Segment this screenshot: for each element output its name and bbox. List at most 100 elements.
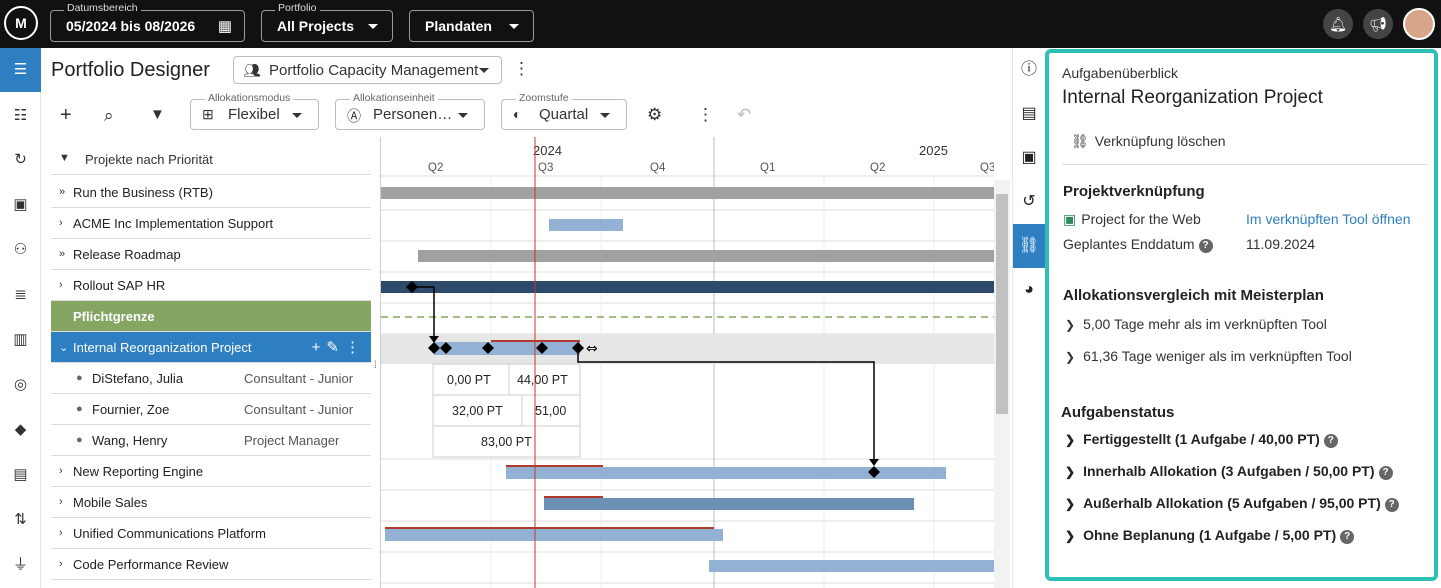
scrollbar-thumb[interactable] [996,194,1008,414]
info-icon[interactable]: ⓘ [1013,48,1045,92]
unlink-button[interactable]: ⛓ Verknüpfung löschen [1071,133,1226,150]
bar-release-roadmap[interactable] [418,250,994,262]
chevron-right-icon: ❯ [1065,350,1076,364]
bar-run-the-business[interactable] [381,187,994,199]
status-item[interactable]: ❯ Innerhalb Allokation (3 Aufgaben / 50,0… [1065,463,1393,480]
tree-row[interactable]: › Mobile Sales [51,487,371,518]
badge-nav-icon[interactable]: ▣ [0,183,41,227]
chevron-right-icon[interactable]: › [59,217,63,229]
chevron-right-icon[interactable]: › [59,279,63,291]
bar-internal-reorganization[interactable] [434,342,580,355]
help-icon[interactable]: ? [1198,239,1213,253]
tree-row[interactable]: › ACME Inc Implementation Support [51,208,371,239]
plan-select[interactable]: Plandaten [409,10,534,42]
group-nav-icon[interactable]: ⚇ [0,228,41,272]
view-select[interactable]: 👥︎ Portfolio Capacity Management [233,56,502,84]
status-item[interactable]: ❯ Ohne Beplanung (1 Aufgabe / 5,00 PT)? [1065,527,1355,544]
resource-row[interactable]: ● DiStefano, Julia Consultant - Junior [51,363,371,394]
list-nav-icon[interactable]: ≣ [0,273,41,317]
alloc-cell[interactable]: 0,00 PT [447,373,491,387]
resize-arrow-icon[interactable]: ⇔ [586,341,598,357]
more-vert-icon[interactable]: ⋮ [513,59,530,79]
chevron-right-icon[interactable]: › [59,527,63,539]
open-linked-tool-link[interactable]: Im verknüpften Tool öffnen [1246,211,1410,227]
tree-row-selected[interactable]: ⌄ Internal Reorganization Project +✎⋮ [51,332,371,363]
alloc-mode-select[interactable]: Allokationsmodus ⊞ Flexibel [190,92,319,130]
gantt-scrollbar[interactable] [994,180,1010,588]
portfolio-select[interactable]: Portfolio All Projects [261,2,393,42]
caret-down-icon[interactable]: ▼ [59,152,70,164]
people-list-nav-icon[interactable]: ☷ [0,94,41,138]
compare-item[interactable]: ❯ 61,36 Tage weniger als im verknüpften T… [1065,348,1352,364]
tree-row-name: Unified Communications Platform [73,526,266,541]
bar-mobile-sales[interactable] [544,498,914,510]
comments-icon[interactable]: ▤ [1013,92,1045,136]
chevron-right-icon[interactable]: › [59,465,63,477]
directions-nav-icon[interactable]: ◆ [0,408,41,452]
add-icon[interactable]: + [312,339,327,356]
chevron-right-icon[interactable]: › [59,558,63,570]
portfolio-designer-nav-icon[interactable]: ☰ [0,48,41,92]
double-chevron-icon[interactable]: » [59,186,65,198]
pflichtgrenze-row[interactable]: Pflichtgrenze [51,301,371,332]
status-item[interactable]: ❯ Fertiggestellt (1 Aufgabe / 40,00 PT)? [1065,431,1338,448]
app-logo[interactable]: M [4,6,38,40]
columns-nav-icon[interactable]: ▥ [0,318,41,362]
palette-icon[interactable]: ◕ [1013,268,1045,312]
more-vert-icon[interactable]: ⋮ [345,339,366,356]
compare-item[interactable]: ❯ 5,00 Tage mehr als im verknüpften Tool [1065,316,1327,332]
megaphone-icon[interactable]: 📢︎ [1363,9,1393,39]
tree-row[interactable]: › Code Performance Review [51,549,371,580]
chevron-down-icon[interactable]: ⌄ [59,341,68,354]
add-icon[interactable]: + [60,104,72,127]
plug-nav-icon[interactable]: ⏚ [0,543,41,587]
zoom-select[interactable]: Zoomstufe ◐ Quartal [501,92,627,130]
bar-unified-communications[interactable] [385,529,723,541]
history-icon[interactable]: ↺ [1013,180,1045,224]
bar-new-reporting-engine[interactable] [506,467,946,479]
bar-code-performance-review[interactable] [709,560,994,572]
help-icon[interactable]: ? [1384,498,1399,512]
settings-icon[interactable]: ⚙ [647,105,662,125]
tree-header[interactable]: ▼ Projekte nach Priorität [51,142,371,175]
bar-rollout-sap-hr[interactable] [381,281,994,293]
tree-row[interactable]: › Unified Communications Platform [51,518,371,549]
chevron-down-icon [509,24,519,29]
status-item[interactable]: ❯ Außerhalb Allokation (5 Aufgaben / 95,0… [1065,495,1399,512]
resource-row[interactable]: ● Fournier, Zoe Consultant - Junior [51,394,371,425]
filter-icon[interactable]: ▼ [150,106,165,123]
splitter-handle[interactable]: ⁞ [374,360,377,371]
tree-row[interactable]: › Rollout SAP HR [51,270,371,301]
help-icon[interactable]: ? [1378,466,1393,480]
target-nav-icon[interactable]: ◎ [0,363,41,407]
refresh-nav-icon[interactable]: ↻ [0,138,41,182]
swap-nav-icon[interactable]: ⇅ [0,498,41,542]
undo-icon[interactable]: ↶ [737,105,751,125]
zoom-value: Quartal [539,106,589,123]
bell-icon[interactable]: 🔔︎ [1323,9,1353,39]
resource-row[interactable]: ● Wang, Henry Project Manager [51,425,371,456]
tree-row[interactable]: › New Reporting Engine [51,456,371,487]
alloc-unit-select[interactable]: Allokationseinheit Ⓐ Personen… [335,92,485,130]
tree-row[interactable]: » Release Roadmap [51,239,371,270]
link-icon[interactable]: ⛓ [1013,224,1045,268]
edit-icon[interactable]: ✎ [326,339,345,356]
contact-card-icon[interactable]: ▣ [1013,136,1045,180]
avatar[interactable] [1403,8,1435,40]
left-nav: ☰ ☷ ↻ ▣ ⚇ ≣ ▥ ◎ ◆ ▤ ⇅ ⏚ [0,48,41,588]
more-vert-icon[interactable]: ⋮ [697,105,714,125]
alloc-cell[interactable]: 44,00 PT [517,373,568,387]
double-chevron-icon[interactable]: » [59,248,65,260]
search-icon[interactable]: ⌕ [104,106,114,126]
date-range-select[interactable]: Datumsbereich 05/2024 bis 08/2026 ▦ [50,2,245,42]
status-item-text: Ohne Beplanung (1 Aufgabe / 5,00 PT) [1083,527,1337,543]
alloc-cell[interactable]: 51,00 [535,404,566,418]
help-icon[interactable]: ? [1323,434,1338,448]
help-icon[interactable]: ? [1340,530,1355,544]
bar-acme-support[interactable] [549,219,623,231]
alloc-cell[interactable]: 83,00 PT [481,435,532,449]
tree-row[interactable]: » Run the Business (RTB) [51,177,371,208]
alloc-cell[interactable]: 32,00 PT [452,404,503,418]
document-nav-icon[interactable]: ▤ [0,453,41,497]
chevron-right-icon[interactable]: › [59,496,63,508]
